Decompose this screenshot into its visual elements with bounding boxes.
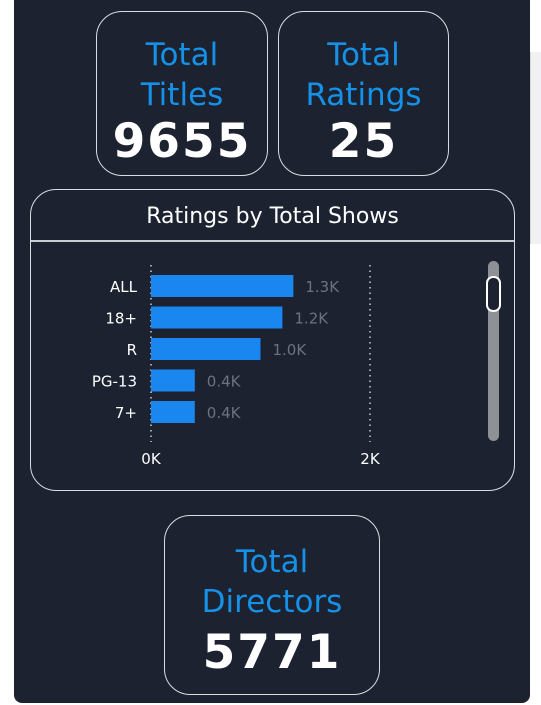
category-label: ALL (110, 278, 138, 296)
category-label: PG-13 (92, 373, 137, 391)
total-titles-label-line1: Total (145, 37, 219, 73)
ratings-chart-card: Ratings by Total Shows ALL 1.3K 18+ 1.2K R 1.… (30, 189, 515, 491)
total-directors-label-line2: Directors (201, 584, 343, 620)
total-titles-label-line2: Titles (140, 77, 224, 113)
category-label: 18+ (105, 310, 137, 328)
data-label: 0.4K (207, 373, 242, 391)
total-titles-card: Total Titles 9655 (96, 11, 268, 176)
total-directors-value: 5771 (202, 625, 342, 680)
x-tick-label: 2K (360, 450, 381, 468)
category-label: R (127, 341, 137, 359)
x-tick-label: 0K (141, 450, 162, 468)
bar[interactable] (151, 401, 195, 423)
total-ratings-label-line2: Ratings (305, 77, 422, 113)
ratings-bar-chart: ALL 1.3K 18+ 1.2K R 1.0K PG-13 0.4K 7+ 0.4K 0K 2K (92, 265, 381, 468)
bar[interactable] (151, 275, 294, 297)
total-ratings-card: Total Ratings 25 (278, 11, 449, 176)
total-ratings-label: Total Ratings (279, 35, 448, 115)
total-ratings-label-line1: Total (327, 37, 400, 73)
total-directors-label: Total Directors (165, 542, 379, 622)
category-label: 7+ (115, 404, 137, 422)
chart-scrollbar-thumb[interactable] (486, 276, 501, 312)
data-label: 1.0K (273, 341, 308, 359)
total-titles-label: Total Titles (97, 35, 267, 115)
bar[interactable] (151, 369, 195, 392)
bar[interactable] (151, 306, 283, 329)
data-label: 1.3K (305, 278, 340, 296)
total-titles-value: 9655 (112, 114, 252, 169)
total-ratings-value: 25 (328, 114, 399, 169)
bar[interactable] (151, 338, 261, 360)
side-scrollbar[interactable] (530, 52, 541, 244)
data-label: 1.2K (294, 310, 329, 328)
data-label: 0.4K (207, 404, 242, 422)
total-directors-label-line1: Total (235, 544, 309, 580)
total-directors-card: Total Directors 5771 (164, 515, 380, 695)
